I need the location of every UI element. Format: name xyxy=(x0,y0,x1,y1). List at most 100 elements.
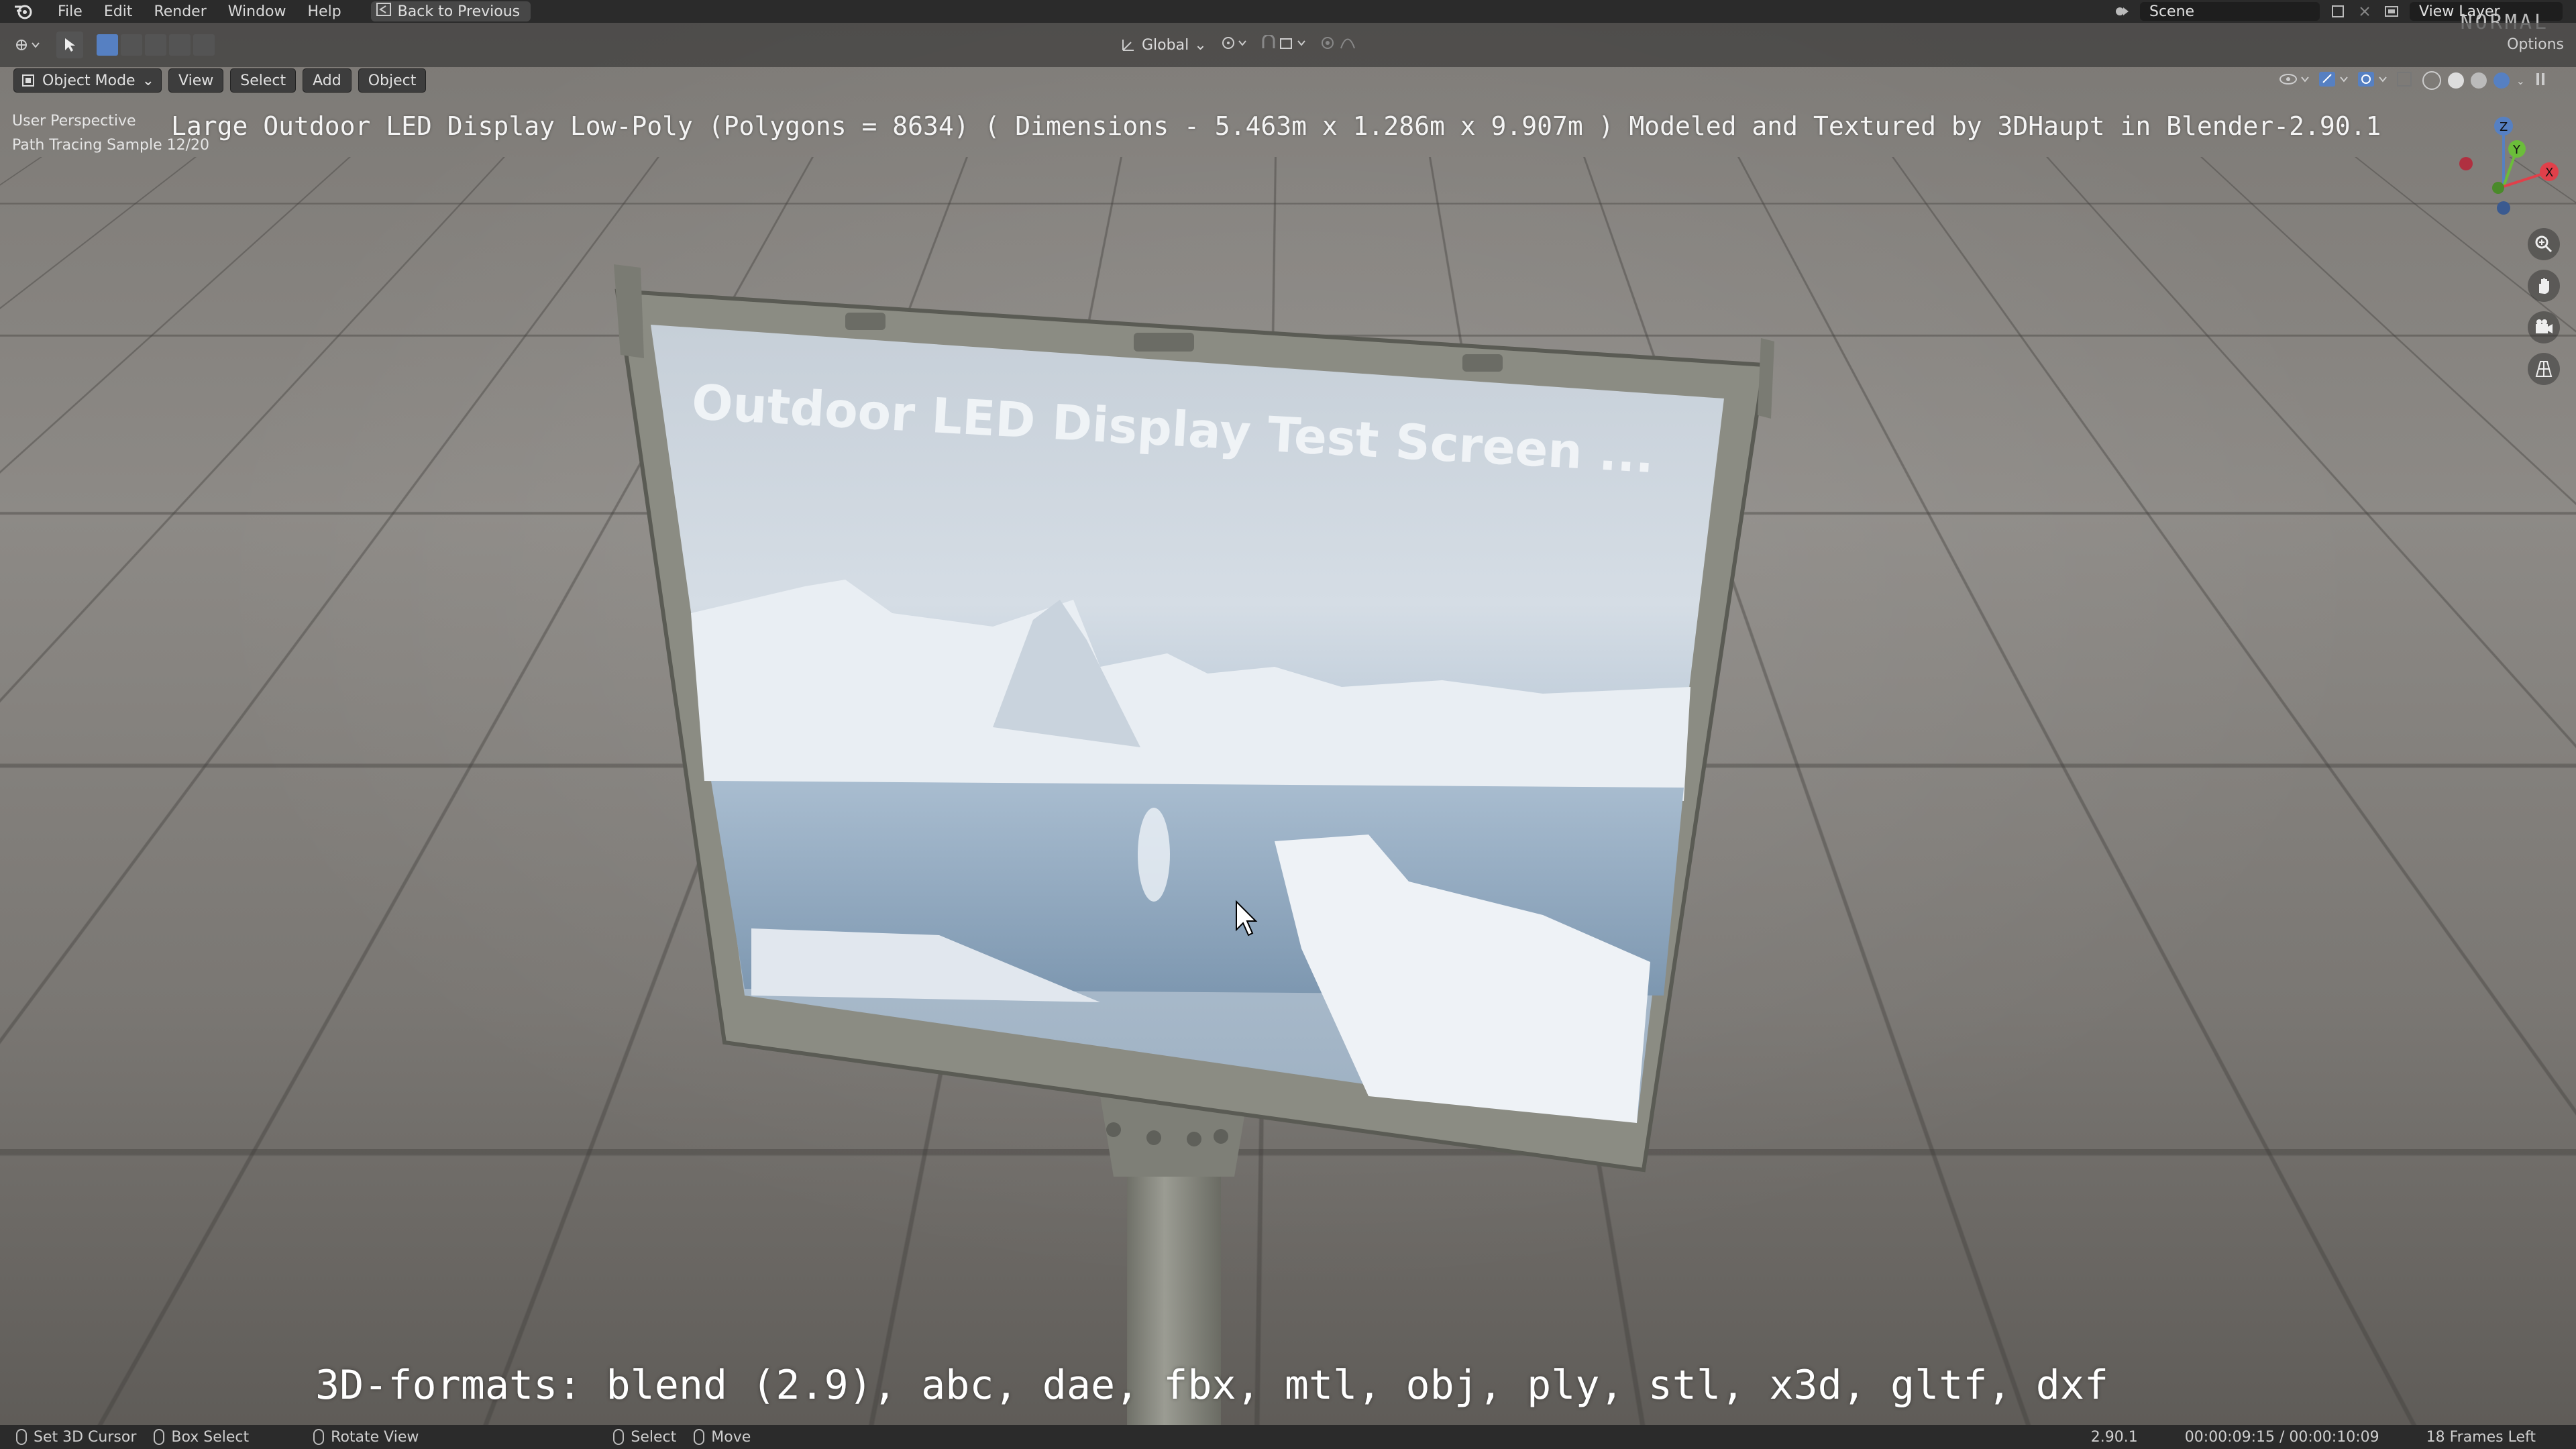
perspective-label: User Perspective xyxy=(12,113,136,129)
wireframe-shading-button[interactable] xyxy=(2422,71,2441,90)
select-intersect-button[interactable] xyxy=(193,34,215,56)
visibility-icon[interactable] xyxy=(2279,70,2311,91)
camera-view-button[interactable] xyxy=(2528,311,2560,343)
gizmo-neg-y-axis[interactable] xyxy=(2492,182,2504,194)
gizmo-neg-z-axis[interactable] xyxy=(2497,201,2510,215)
bolt xyxy=(1214,1129,1228,1144)
mouse-left-icon xyxy=(16,1429,27,1445)
gizmo-x-label: X xyxy=(2545,166,2553,180)
status-set-cursor: Set 3D Cursor xyxy=(16,1429,136,1446)
object-mode-label: Object Mode xyxy=(42,72,136,89)
sidebar-toggle-icon[interactable] xyxy=(2532,70,2549,91)
chevron-down-icon: ⌄ xyxy=(142,72,155,89)
viewport-header: Global ⌄ xyxy=(0,23,2576,67)
bolt xyxy=(1187,1132,1201,1146)
led-display-model[interactable]: Outdoor LED Display Test Screen ... xyxy=(0,23,2576,1425)
select-new-button[interactable] xyxy=(97,34,118,56)
status-info: 2.90.1 00:00:09:15 / 00:00:10:09 18 Fram… xyxy=(2091,1425,2536,1449)
menu-window[interactable]: Window xyxy=(217,3,297,20)
scene-icon[interactable] xyxy=(2113,3,2131,20)
status-set-cursor-label: Set 3D Cursor xyxy=(34,1428,137,1446)
select-tool-button[interactable] xyxy=(56,32,83,58)
status-rotate-view-label: Rotate View xyxy=(331,1428,419,1446)
view-layer-icon[interactable] xyxy=(2383,3,2400,20)
new-scene-icon[interactable] xyxy=(2329,3,2347,20)
status-box-select: Box Select xyxy=(154,1429,249,1446)
add-menu[interactable]: Add xyxy=(303,68,352,93)
object-mode-selector[interactable]: Object Mode ⌄ xyxy=(13,68,162,93)
view-menu[interactable]: View xyxy=(168,68,224,93)
editor-type-icon xyxy=(16,40,40,50)
back-icon xyxy=(376,3,391,20)
hand-icon xyxy=(2539,278,2549,294)
gizmo-z-label: Z xyxy=(2500,120,2508,134)
solid-shading-button[interactable] xyxy=(2447,72,2464,89)
status-box-select-label: Box Select xyxy=(171,1428,250,1446)
object-menu[interactable]: Object xyxy=(358,68,427,93)
perspective-toggle-button[interactable] xyxy=(2528,353,2560,385)
blender-version: 2.90.1 xyxy=(2090,1428,2138,1446)
select-extend-button[interactable] xyxy=(121,34,142,56)
editor-type-selector[interactable] xyxy=(13,35,40,55)
menu-render[interactable]: Render xyxy=(143,3,217,20)
navigation-gizmo[interactable]: Z Y X xyxy=(2442,107,2563,221)
zoom-button[interactable] xyxy=(2528,228,2560,260)
zoom-icon xyxy=(2535,235,2553,253)
scene-label: Scene xyxy=(2149,3,2195,20)
frame-post-left xyxy=(614,264,644,358)
overlay-toggle-icon[interactable] xyxy=(2357,70,2389,91)
frame-clamp xyxy=(1462,354,1503,372)
frame-clamp xyxy=(1134,333,1194,352)
mouse-drag-right-icon xyxy=(694,1429,705,1445)
xray-toggle-icon[interactable] xyxy=(2396,70,2416,91)
topbar: File Edit Render Window Help Back to Pre… xyxy=(0,0,2576,23)
snap-icon[interactable] xyxy=(1260,34,1307,55)
pan-button[interactable] xyxy=(2528,270,2560,302)
frame-post-right xyxy=(1758,338,1774,419)
pivot-icon[interactable] xyxy=(1220,35,1247,55)
material-preview-button[interactable] xyxy=(2470,72,2487,89)
select-subtract-button[interactable] xyxy=(145,34,166,56)
menu-file[interactable]: File xyxy=(47,3,93,20)
orientation-selector[interactable]: Global ⌄ xyxy=(1120,37,1207,54)
orientation-icon xyxy=(1122,40,1134,51)
gizmo-toggle-icon[interactable] xyxy=(2318,70,2350,91)
viewport-shading-controls: ⌄ xyxy=(2279,67,2549,94)
rendered-shading-button[interactable] xyxy=(2493,72,2510,89)
back-to-previous-label: Back to Previous xyxy=(397,3,521,20)
viewport-menu-bar: Object Mode ⌄ View Select Add Object ⌄ xyxy=(0,67,2576,94)
sun-reflection xyxy=(1138,808,1170,902)
close-icon[interactable] xyxy=(2356,3,2373,20)
mouse-right-icon xyxy=(613,1429,625,1445)
menu-help[interactable]: Help xyxy=(297,3,352,20)
orientation-label: Global xyxy=(1142,36,1189,54)
status-select-label: Select xyxy=(631,1428,677,1446)
scene-selector[interactable]: Scene xyxy=(2140,2,2320,21)
status-select: Select xyxy=(613,1429,676,1446)
gizmo-y-label: Y xyxy=(2512,143,2521,157)
camera-icon xyxy=(2536,319,2553,333)
transform-controls: Global ⌄ xyxy=(1120,23,1375,67)
blender-logo-icon[interactable] xyxy=(0,3,47,20)
bolt xyxy=(1146,1130,1161,1145)
grid-icon xyxy=(2535,361,2553,377)
status-move-label: Move xyxy=(711,1428,751,1446)
status-move: Move xyxy=(694,1429,751,1446)
options-button[interactable]: Options xyxy=(2507,36,2564,53)
frames-left: 18 Frames Left xyxy=(2426,1428,2536,1446)
mouse-drag-icon xyxy=(154,1429,165,1445)
select-menu[interactable]: Select xyxy=(230,68,297,93)
frame-clamp xyxy=(845,313,885,330)
object-mode-icon xyxy=(22,74,34,87)
gizmo-neg-x-axis[interactable] xyxy=(2459,157,2473,170)
select-invert-button[interactable] xyxy=(169,34,191,56)
menu-edit[interactable]: Edit xyxy=(93,3,144,20)
chevron-down-icon[interactable]: ⌄ xyxy=(2516,74,2525,87)
proportional-edit-icon[interactable] xyxy=(1321,35,1375,55)
status-rotate-view: Rotate View xyxy=(313,1429,419,1446)
selection-mode-group xyxy=(97,34,215,56)
playback-time: 00:00:09:15 / 00:00:10:09 xyxy=(2184,1428,2379,1446)
status-bar: Set 3D Cursor Box Select Rotate View Sel… xyxy=(0,1425,2576,1449)
formats-caption: 3D-formats: blend (2.9), abc, dae, fbx, … xyxy=(315,1362,2109,1409)
back-to-previous-button[interactable]: Back to Previous xyxy=(370,1,531,21)
